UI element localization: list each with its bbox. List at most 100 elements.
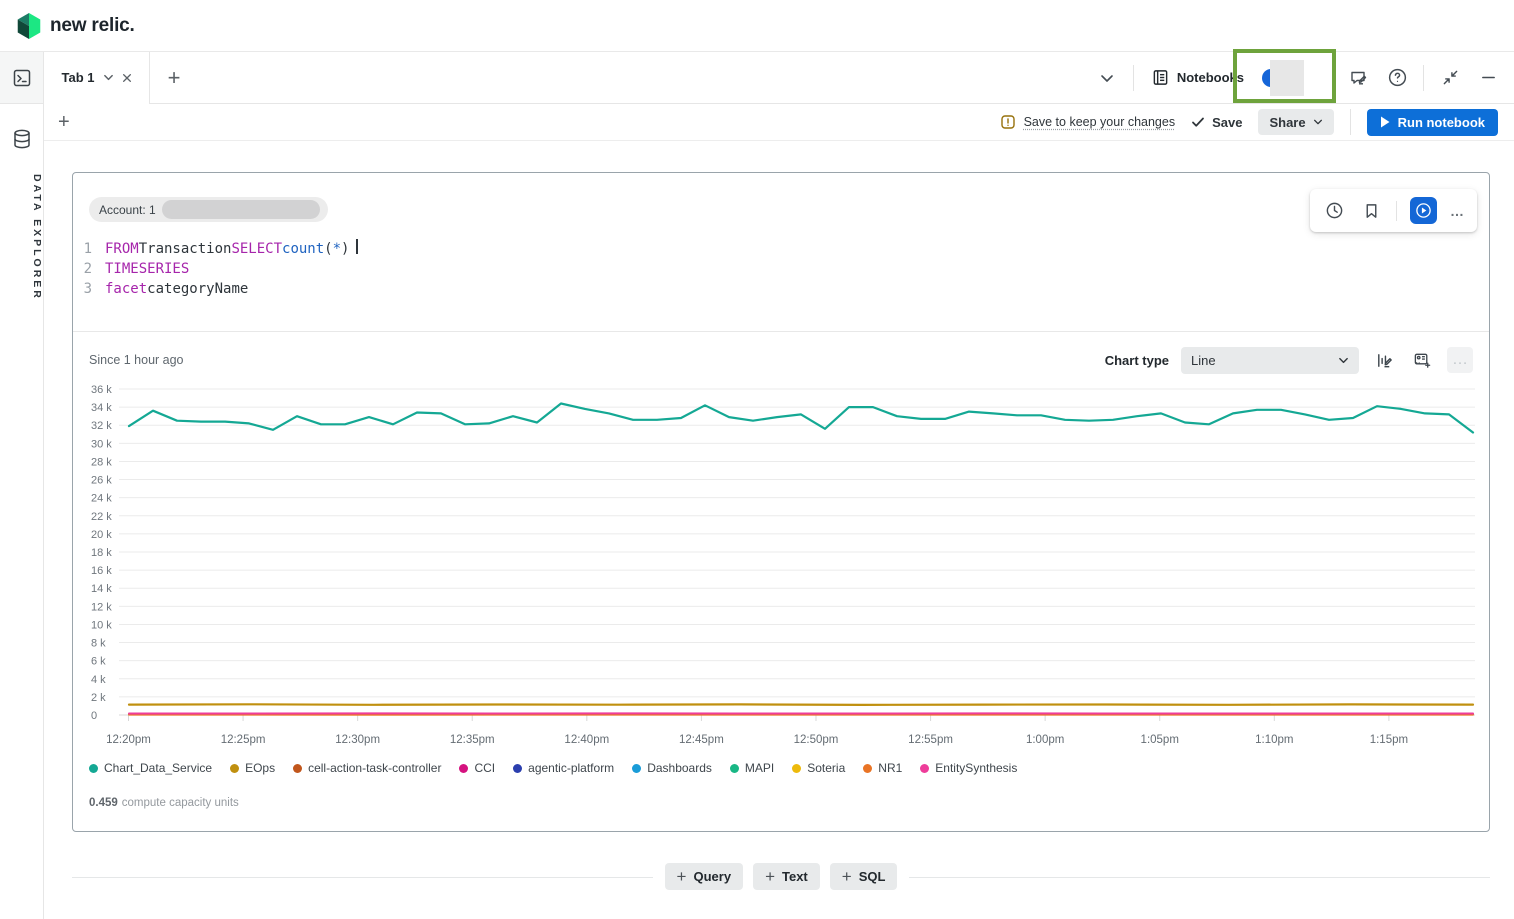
- add-cell-top-button[interactable]: +: [58, 111, 70, 134]
- code-token: TIMESERIES: [105, 259, 189, 279]
- minimize-icon[interactable]: [1476, 66, 1500, 90]
- new-relic-logo[interactable]: new relic.: [16, 13, 135, 39]
- legend-item[interactable]: cell-action-task-controller: [293, 761, 441, 775]
- chevron-down-icon: [1313, 117, 1323, 127]
- legend-dot-icon: [730, 764, 739, 773]
- legend-dot-icon: [293, 764, 302, 773]
- user-avatar-area[interactable]: [1262, 60, 1318, 96]
- chart-svg[interactable]: 02 k4 k6 k8 k10 k12 k14 k16 k18 k20 k22 …: [89, 379, 1475, 751]
- add-to-dashboard-icon[interactable]: [1409, 347, 1435, 373]
- code-token: count: [282, 239, 324, 259]
- line-number: 1: [73, 239, 105, 259]
- code-token: facet: [105, 279, 147, 299]
- y-axis-label: 34 k: [91, 402, 112, 414]
- y-axis-label: 28 k: [91, 456, 112, 468]
- add-sql-label: SQL: [859, 869, 886, 884]
- ccu-value: 0.459: [89, 797, 118, 809]
- terminal-rail-button[interactable]: [0, 52, 43, 104]
- x-axis-label: 12:45pm: [679, 734, 724, 746]
- series-line-Chart_Data_Service[interactable]: [129, 404, 1473, 433]
- y-axis-label: 24 k: [91, 493, 112, 505]
- feedback-icon[interactable]: [1347, 66, 1371, 90]
- add-query-label: Query: [693, 869, 731, 884]
- y-axis-label: 32 k: [91, 420, 112, 432]
- tab-close-icon[interactable]: [122, 73, 132, 83]
- account-redaction: [162, 200, 320, 219]
- share-button[interactable]: Share: [1258, 109, 1333, 135]
- history-clock-icon[interactable]: [1322, 199, 1346, 223]
- x-axis-label: 12:35pm: [450, 734, 495, 746]
- legend-item[interactable]: Chart_Data_Service: [89, 761, 212, 775]
- legend-label: cell-action-task-controller: [308, 761, 441, 775]
- warning-icon: [1000, 114, 1016, 130]
- legend-item[interactable]: Dashboards: [632, 761, 712, 775]
- help-icon[interactable]: [1385, 66, 1409, 90]
- code-token: Transaction: [139, 239, 232, 259]
- legend-dot-icon: [230, 764, 239, 773]
- run-cell-button[interactable]: [1410, 197, 1437, 224]
- legend-item[interactable]: CCI: [459, 761, 495, 775]
- x-axis-label: 12:50pm: [794, 734, 839, 746]
- check-icon: [1191, 115, 1205, 129]
- new-tab-button[interactable]: +: [150, 52, 198, 103]
- legend-label: EOps: [245, 761, 275, 775]
- legend-label: Dashboards: [647, 761, 712, 775]
- timeseries-chart[interactable]: 02 k4 k6 k8 k10 k12 k14 k16 k18 k20 k22 …: [89, 379, 1475, 751]
- run-cell-play-icon: [1415, 202, 1432, 219]
- notebook-toolbar: + Save to keep your changes Save Share: [44, 104, 1514, 141]
- edit-chart-icon[interactable]: [1371, 347, 1397, 373]
- add-sql-button[interactable]: + SQL: [830, 863, 898, 890]
- legend-dot-icon: [920, 764, 929, 773]
- legend-label: agentic-platform: [528, 761, 614, 775]
- notebooks-button[interactable]: Notebooks: [1148, 63, 1248, 92]
- collapse-window-icon[interactable]: [1438, 66, 1462, 90]
- y-axis-label: 8 k: [91, 638, 106, 650]
- divider: [1423, 65, 1424, 91]
- line-number: 2: [73, 259, 105, 279]
- code-line[interactable]: 3facet categoryName: [73, 279, 1489, 299]
- add-query-button[interactable]: +Query: [665, 863, 744, 890]
- y-axis-label: 12 k: [91, 601, 112, 613]
- nrql-editor[interactable]: 1FROM Transaction SELECT count(*)2TIMESE…: [73, 239, 1489, 299]
- legend-item[interactable]: MAPI: [730, 761, 774, 775]
- divider: [1350, 109, 1351, 135]
- legend-item[interactable]: EOps: [230, 761, 275, 775]
- run-notebook-button[interactable]: Run notebook: [1367, 109, 1498, 136]
- code-line[interactable]: 2TIMESERIES: [73, 259, 1489, 279]
- data-explorer-label[interactable]: DATA EXPLORER: [0, 174, 43, 301]
- collapse-panel-chevron-icon[interactable]: [1095, 66, 1119, 90]
- new-relic-logo-icon: [16, 13, 42, 39]
- x-axis-label: 1:10pm: [1255, 734, 1293, 746]
- y-axis-label: 36 k: [91, 384, 112, 396]
- brand-text: new relic.: [50, 15, 135, 37]
- app-window: new relic. DATA EXPLORER Tab 1: [0, 0, 1514, 919]
- top-header: new relic.: [0, 0, 1514, 52]
- divider: [1133, 65, 1134, 91]
- legend-label: Soteria: [807, 761, 845, 775]
- legend-label: EntitySynthesis: [935, 761, 1017, 775]
- tab-1[interactable]: Tab 1: [44, 52, 150, 103]
- x-axis-label: 12:30pm: [335, 734, 380, 746]
- legend-item[interactable]: agentic-platform: [513, 761, 614, 775]
- code-line[interactable]: 1FROM Transaction SELECT count(*): [73, 239, 1489, 259]
- notebook-content: Account: 1: [44, 141, 1514, 919]
- legend-item[interactable]: Soteria: [792, 761, 845, 775]
- legend-item[interactable]: NR1: [863, 761, 902, 775]
- save-warning[interactable]: Save to keep your changes: [1000, 114, 1176, 130]
- cell-more-options-icon[interactable]: …: [1450, 203, 1465, 219]
- series-line-EOps[interactable]: [129, 704, 1473, 705]
- chevron-down-icon: [1338, 355, 1349, 366]
- data-explorer-rail-button[interactable]: [0, 116, 43, 164]
- legend-item[interactable]: EntitySynthesis: [920, 761, 1017, 775]
- plus-icon: +: [842, 868, 852, 885]
- tab-chevron-down-icon[interactable]: [103, 72, 114, 83]
- bookmark-icon[interactable]: [1359, 199, 1383, 223]
- add-cell-row: +Query +Text + SQL: [72, 863, 1490, 891]
- y-axis-label: 4 k: [91, 674, 106, 686]
- add-text-button[interactable]: +Text: [753, 863, 820, 890]
- notebook-icon: [1152, 69, 1169, 86]
- save-button[interactable]: Save: [1191, 115, 1242, 130]
- redaction-box: [1270, 60, 1304, 96]
- account-pill[interactable]: Account: 1: [89, 197, 328, 222]
- chart-type-select[interactable]: Line: [1181, 347, 1359, 374]
